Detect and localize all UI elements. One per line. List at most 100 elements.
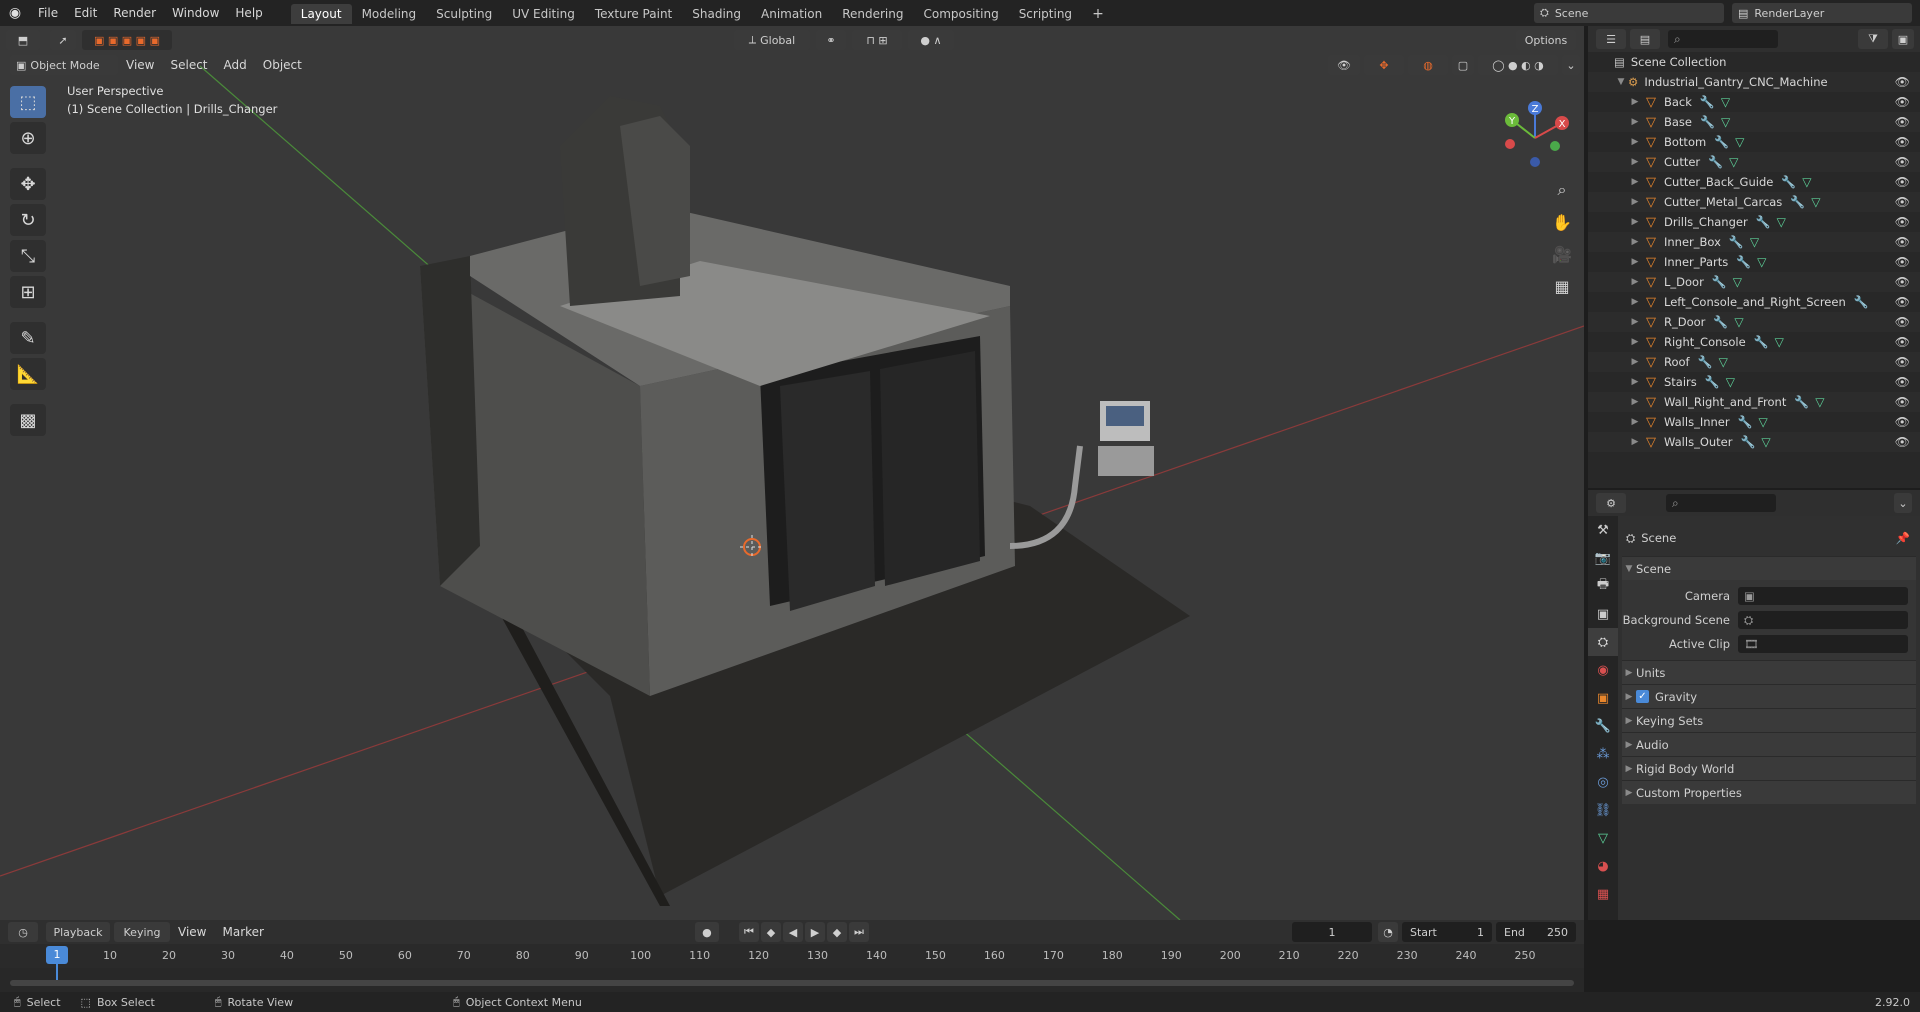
- chevron-right-icon[interactable]: ▶: [1628, 337, 1642, 347]
- record-button[interactable]: ●: [694, 922, 719, 942]
- transform-tool[interactable]: ⊞: [10, 276, 46, 308]
- mesh-data-icon[interactable]: ▽: [1802, 175, 1811, 189]
- menu-render[interactable]: Render: [105, 0, 164, 26]
- frame-ruler[interactable]: 1102030405060708090100110120130140150160…: [0, 944, 1584, 968]
- pan-button[interactable]: ✋: [1548, 208, 1576, 236]
- tab-texture[interactable]: ▦: [1588, 880, 1618, 908]
- outliner-item[interactable]: ▶ ▽ Base 🔧 ▽ 👁: [1588, 112, 1920, 132]
- mode-dropdown[interactable]: ▣ Object Mode: [10, 55, 118, 75]
- mesh-data-icon[interactable]: ▽: [1815, 395, 1824, 409]
- pivot-point-dropdown[interactable]: ⚭: [816, 30, 846, 50]
- chevron-right-icon[interactable]: ▶: [1628, 377, 1642, 387]
- select-box-tool[interactable]: ⬚: [10, 86, 46, 118]
- eye-icon[interactable]: 👁: [1895, 355, 1910, 369]
- wrench-icon[interactable]: 🔧: [1714, 135, 1729, 149]
- end-frame-field[interactable]: End 250: [1496, 922, 1576, 942]
- eye-icon[interactable]: 👁: [1895, 315, 1910, 329]
- wrench-icon[interactable]: 🔧: [1740, 435, 1755, 449]
- eye-icon[interactable]: 👁: [1895, 195, 1910, 209]
- navigation-gizmo[interactable]: Z Y X: [1500, 88, 1580, 168]
- scene-selector[interactable]: ⛭ Scene: [1534, 3, 1724, 23]
- tab-scripting[interactable]: Scripting: [1009, 4, 1082, 24]
- chevron-right-icon[interactable]: ▶: [1628, 417, 1642, 427]
- current-frame-field[interactable]: 1: [1292, 922, 1372, 942]
- eye-icon[interactable]: 👁: [1895, 435, 1910, 449]
- mesh-data-icon[interactable]: ▽: [1735, 135, 1744, 149]
- tab-tool[interactable]: ⚒: [1588, 516, 1618, 544]
- move-tool[interactable]: ✥: [10, 168, 46, 200]
- wrench-icon[interactable]: 🔧: [1781, 175, 1796, 189]
- select-tool-mode[interactable]: ➚: [50, 30, 76, 50]
- menu-edit[interactable]: Edit: [66, 0, 105, 26]
- chevron-right-icon[interactable]: ▶: [1628, 357, 1642, 367]
- outliner-item[interactable]: ▶ ▽ Cutter_Metal_Carcas 🔧 ▽ 👁: [1588, 192, 1920, 212]
- wrench-icon[interactable]: 🔧: [1700, 115, 1715, 129]
- proportional-edit-button[interactable]: ● ∧: [908, 30, 954, 50]
- wrench-icon[interactable]: 🔧: [1738, 415, 1753, 429]
- tab-animation[interactable]: Animation: [751, 4, 832, 24]
- visibility-dropdown[interactable]: 👁: [1328, 55, 1360, 75]
- wrench-icon[interactable]: 🔧: [1708, 155, 1723, 169]
- outliner-search-input[interactable]: ⌕: [1668, 30, 1778, 48]
- shading-modes[interactable]: ◯ ● ◐ ◑: [1478, 55, 1558, 75]
- scene-collection-row[interactable]: ▤ Scene Collection: [1588, 52, 1920, 72]
- properties-options[interactable]: ⌄: [1894, 493, 1912, 513]
- eye-icon[interactable]: 👁: [1895, 255, 1910, 269]
- playhead-frame[interactable]: 1: [46, 946, 68, 964]
- menu-help[interactable]: Help: [227, 0, 270, 26]
- tab-shading[interactable]: Shading: [682, 4, 751, 24]
- eye-icon[interactable]: 👁: [1895, 135, 1910, 149]
- mesh-data-icon[interactable]: ▽: [1777, 215, 1786, 229]
- blender-logo-icon[interactable]: ◉: [0, 5, 30, 21]
- wrench-icon[interactable]: 🔧: [1854, 295, 1869, 309]
- eye-icon[interactable]: 👁: [1895, 115, 1910, 129]
- wrench-icon[interactable]: 🔧: [1756, 215, 1771, 229]
- menu-add[interactable]: Add: [216, 58, 255, 72]
- tab-constraints[interactable]: ⛓: [1588, 796, 1618, 824]
- menu-window[interactable]: Window: [164, 0, 227, 26]
- outliner-item[interactable]: ▶ ▽ Bottom 🔧 ▽ 👁: [1588, 132, 1920, 152]
- wrench-icon[interactable]: 🔧: [1729, 235, 1744, 249]
- timeline-menu-view[interactable]: View: [170, 925, 214, 939]
- tab-compositing[interactable]: Compositing: [913, 4, 1008, 24]
- eye-icon[interactable]: 👁: [1895, 175, 1910, 189]
- tab-uv-editing[interactable]: UV Editing: [502, 4, 585, 24]
- outliner-item[interactable]: ▶ ▽ Inner_Parts 🔧 ▽ 👁: [1588, 252, 1920, 272]
- preview-range-toggle[interactable]: ◔: [1378, 922, 1398, 942]
- wrench-icon[interactable]: 🔧: [1754, 335, 1769, 349]
- chevron-right-icon[interactable]: ▶: [1628, 257, 1642, 267]
- chevron-right-icon[interactable]: ▶: [1628, 97, 1642, 107]
- tab-sculpting[interactable]: Sculpting: [426, 4, 502, 24]
- outliner-item[interactable]: ▶ ▽ Cutter 🔧 ▽ 👁: [1588, 152, 1920, 172]
- wrench-icon[interactable]: 🔧: [1712, 275, 1727, 289]
- tab-view-layer[interactable]: ▣: [1588, 600, 1618, 628]
- shading-dropdown[interactable]: ⌄: [1562, 55, 1580, 75]
- chevron-right-icon[interactable]: ▶: [1628, 137, 1642, 147]
- outliner-item[interactable]: ▶ ▽ Wall_Right_and_Front 🔧 ▽ 👁: [1588, 392, 1920, 412]
- outliner-item[interactable]: ▶ ▽ Cutter_Back_Guide 🔧 ▽ 👁: [1588, 172, 1920, 192]
- subpanel-header[interactable]: ▶ Audio: [1622, 732, 1916, 756]
- mesh-data-icon[interactable]: ▽: [1811, 195, 1820, 209]
- ortho-toggle-button[interactable]: ▦: [1548, 272, 1576, 300]
- annotate-tool[interactable]: ✎: [10, 322, 46, 354]
- measure-tool[interactable]: 📐: [10, 358, 46, 390]
- chevron-right-icon[interactable]: ▶: [1628, 297, 1642, 307]
- subpanel-header[interactable]: ▶ Rigid Body World: [1622, 756, 1916, 780]
- active-clip-field[interactable]: 🎞: [1738, 635, 1908, 653]
- wrench-icon[interactable]: 🔧: [1705, 375, 1720, 389]
- chevron-right-icon[interactable]: ▶: [1628, 157, 1642, 167]
- camera-view-button[interactable]: 🎥: [1548, 240, 1576, 268]
- tab-particles[interactable]: ⁂: [1588, 740, 1618, 768]
- menu-view[interactable]: View: [118, 58, 162, 72]
- properties-editor-type[interactable]: ⚙: [1596, 493, 1626, 513]
- outliner-item[interactable]: ▶ ▽ Back 🔧 ▽ 👁: [1588, 92, 1920, 112]
- add-workspace-button[interactable]: +: [1082, 4, 1114, 24]
- eye-icon[interactable]: 👁: [1895, 275, 1910, 289]
- play-button[interactable]: ▶: [804, 922, 825, 942]
- outliner-item[interactable]: ▶ ▽ Stairs 🔧 ▽ 👁: [1588, 372, 1920, 392]
- mesh-data-icon[interactable]: ▽: [1734, 315, 1743, 329]
- mesh-data-icon[interactable]: ▽: [1719, 355, 1728, 369]
- eye-icon[interactable]: 👁: [1895, 75, 1910, 89]
- menu-select[interactable]: Select: [162, 58, 215, 72]
- wrench-icon[interactable]: 🔧: [1713, 315, 1728, 329]
